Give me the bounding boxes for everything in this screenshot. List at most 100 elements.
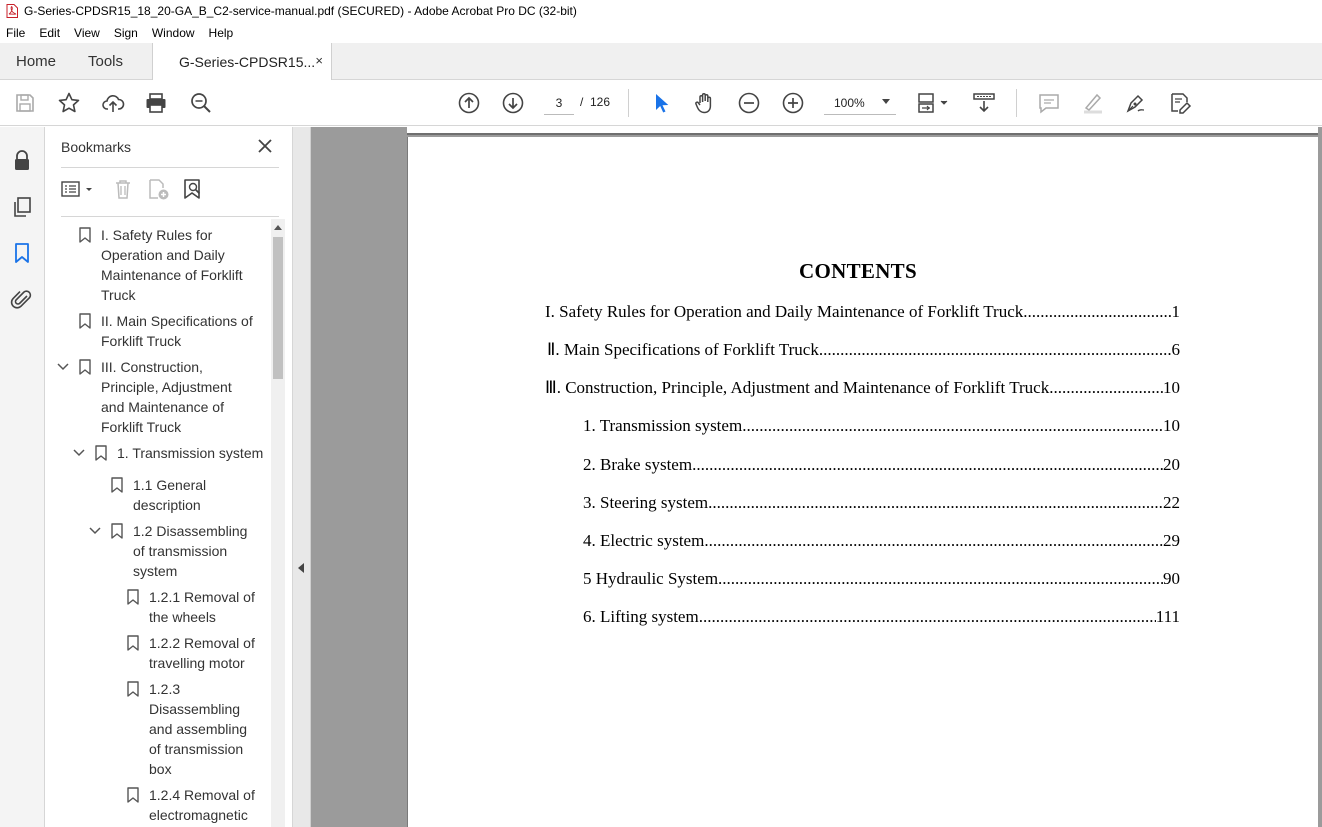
tab-home[interactable]: Home bbox=[16, 53, 56, 70]
menu-bar: File Edit View Sign Window Help bbox=[0, 22, 1322, 43]
comment-icon[interactable] bbox=[1037, 91, 1061, 115]
menu-sign[interactable]: Sign bbox=[114, 26, 138, 40]
zoom-search-icon[interactable] bbox=[189, 91, 213, 115]
toc-entry: Ⅱ. Main Specifications of Forklift Truck… bbox=[547, 340, 1180, 359]
menu-edit[interactable]: Edit bbox=[39, 26, 60, 40]
collapse-left-icon[interactable] bbox=[298, 563, 304, 573]
bookmark-label: 1.2.4 Removal of electromagnetic bbox=[149, 787, 255, 823]
scroll-up-icon[interactable] bbox=[274, 225, 282, 230]
bookmarks-panel-title: Bookmarks bbox=[61, 139, 132, 155]
toc-heading: CONTENTS bbox=[799, 259, 917, 283]
pdf-file-icon bbox=[6, 4, 18, 18]
bookmark-item[interactable]: 1.2 Disassembling of transmission system bbox=[45, 521, 271, 583]
panel-collapse-strip[interactable] bbox=[293, 127, 311, 827]
previous-page-edge bbox=[407, 127, 1318, 135]
acrobat-window: G-Series-CPDSR15_18_20-GA_B_C2-service-m… bbox=[0, 0, 1322, 827]
bookmark-item[interactable]: 1.2.2 Removal of travelling motor bbox=[45, 633, 271, 675]
print-icon[interactable] bbox=[144, 91, 168, 115]
bookmark-label: 1.2.1 Removal of the wheels bbox=[149, 589, 255, 625]
divider bbox=[61, 216, 279, 217]
chevron-down-icon[interactable] bbox=[73, 447, 85, 459]
page-number-input[interactable] bbox=[544, 91, 574, 115]
sign-icon[interactable] bbox=[1124, 91, 1148, 115]
lock-icon[interactable] bbox=[10, 149, 34, 173]
scrollbar-thumb[interactable] bbox=[273, 237, 283, 379]
bookmark-item[interactable]: I. Safety Rules for Operation and Daily … bbox=[45, 225, 271, 307]
delete-bookmark-icon[interactable] bbox=[111, 177, 135, 201]
bookmark-item[interactable]: II. Main Specifications of Forklift Truc… bbox=[45, 311, 271, 353]
bookmark-label: 1.2.3 Disassembling and assembling of tr… bbox=[149, 681, 248, 777]
bookmark-label: 1. Transmission system bbox=[117, 445, 264, 461]
highlight-icon[interactable] bbox=[1081, 91, 1105, 115]
bookmark-item[interactable]: 1.2.4 Removal of electromagnetic bbox=[45, 785, 271, 827]
bookmark-icon bbox=[79, 359, 91, 375]
tab-document[interactable]: G-Series-CPDSR15... × bbox=[152, 43, 332, 80]
dot-leader: ........................................… bbox=[818, 340, 1172, 359]
menu-file[interactable]: File bbox=[6, 26, 25, 40]
left-rail bbox=[0, 127, 45, 827]
bookmark-item[interactable]: 1. Transmission system bbox=[45, 443, 271, 471]
page-total: 126 bbox=[590, 95, 611, 109]
scroll-mode-icon[interactable] bbox=[972, 91, 996, 115]
save-icon[interactable] bbox=[13, 91, 37, 115]
close-icon[interactable] bbox=[255, 136, 275, 156]
menu-window[interactable]: Window bbox=[152, 26, 195, 40]
toc-entry: 6. Lifting system ......................… bbox=[583, 607, 1180, 626]
page-thumbnails-icon[interactable] bbox=[10, 195, 34, 219]
prev-page-icon[interactable] bbox=[457, 91, 481, 115]
chevron-down-icon[interactable] bbox=[57, 361, 69, 373]
bookmarks-panel: Bookmarks I. Safety Rules for Operation … bbox=[45, 127, 293, 827]
menu-view[interactable]: View bbox=[74, 26, 100, 40]
chevron-down-icon bbox=[882, 99, 890, 104]
next-page-icon[interactable] bbox=[501, 91, 525, 115]
zoom-out-icon[interactable] bbox=[737, 91, 761, 115]
dot-leader: ........................................… bbox=[1023, 302, 1172, 321]
new-bookmark-icon[interactable] bbox=[146, 177, 170, 201]
attachment-icon[interactable] bbox=[10, 287, 34, 311]
hand-icon[interactable] bbox=[693, 91, 717, 115]
toc-entry: 2. Brake system.........................… bbox=[583, 455, 1180, 474]
bookmark-icon bbox=[127, 787, 139, 803]
toolbar: / 126 100% bbox=[0, 80, 1322, 126]
chevron-down-icon[interactable] bbox=[89, 525, 101, 537]
bookmark-item[interactable]: 1.2.3 Disassembling and assembling of tr… bbox=[45, 679, 271, 781]
toolbar-divider bbox=[628, 89, 629, 117]
zoom-in-icon[interactable] bbox=[781, 91, 805, 115]
bookmark-icon bbox=[111, 523, 123, 539]
bookmark-label: 1.2 Disassembling of transmission system bbox=[133, 523, 248, 579]
bookmark-item[interactable]: 1.2.1 Removal of the wheels bbox=[45, 587, 271, 629]
bookmark-label: I. Safety Rules for Operation and Daily … bbox=[101, 227, 243, 303]
page-display-icon[interactable] bbox=[916, 91, 950, 115]
toc-entry: Ⅲ. Construction, Principle, Adjustment a… bbox=[545, 378, 1180, 397]
bookmark-item[interactable]: III. Construction, Principle, Adjustment… bbox=[45, 357, 271, 439]
bookmark-icon bbox=[95, 445, 107, 461]
dot-leader: ........................................… bbox=[1049, 378, 1163, 397]
divider bbox=[61, 167, 279, 168]
tab-tools[interactable]: Tools bbox=[88, 53, 123, 70]
dot-leader: ........................................… bbox=[742, 416, 1163, 435]
find-bookmark-icon[interactable] bbox=[181, 177, 205, 201]
bookmark-label: III. Construction, Principle, Adjustment… bbox=[101, 359, 232, 435]
pdf-page: CONTENTS I. Safety Rules for Operation a… bbox=[407, 137, 1318, 827]
select-arrow-icon[interactable] bbox=[650, 91, 674, 115]
bookmark-icon bbox=[79, 227, 91, 243]
star-icon[interactable] bbox=[57, 91, 81, 115]
bookmark-icon[interactable] bbox=[10, 241, 34, 265]
bookmark-item[interactable]: 1.1 General description bbox=[45, 475, 271, 517]
dot-leader: ........................................… bbox=[698, 607, 1156, 626]
menu-help[interactable]: Help bbox=[209, 26, 234, 40]
tab-close-button[interactable]: × bbox=[315, 53, 323, 68]
bookmarks-scrollbar[interactable] bbox=[271, 219, 285, 827]
tab-bar: Home Tools G-Series-CPDSR15... × bbox=[0, 43, 1322, 80]
bookmark-icon bbox=[111, 477, 123, 493]
bookmark-icon bbox=[127, 589, 139, 605]
toolbar-divider bbox=[1016, 89, 1017, 117]
bookmark-icon bbox=[127, 635, 139, 651]
bookmark-icon bbox=[79, 313, 91, 329]
bookmark-options-icon[interactable] bbox=[61, 177, 95, 201]
redact-icon[interactable] bbox=[1168, 91, 1192, 115]
cloud-upload-icon[interactable] bbox=[101, 91, 125, 115]
toc-entry: I. Safety Rules for Operation and Daily … bbox=[545, 302, 1180, 321]
dot-leader: ........................................… bbox=[718, 569, 1163, 588]
zoom-select[interactable]: 100% bbox=[824, 91, 896, 115]
